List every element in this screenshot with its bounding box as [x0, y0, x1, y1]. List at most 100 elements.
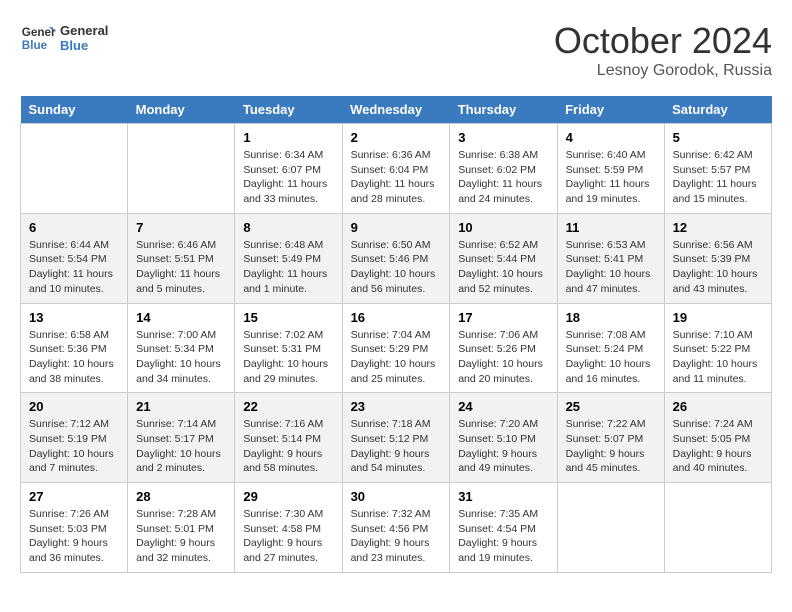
calendar-body: 1 Sunrise: 6:34 AMSunset: 6:07 PMDaylight… — [21, 124, 772, 573]
title-section: October 2024 Lesnoy Gorodok, Russia — [554, 20, 772, 80]
day-number: 8 — [243, 220, 333, 235]
day-number: 12 — [673, 220, 763, 235]
day-number: 6 — [29, 220, 119, 235]
day-number: 17 — [458, 310, 548, 325]
calendar-cell: 11 Sunrise: 6:53 AMSunset: 5:41 PMDayligh… — [557, 213, 664, 303]
calendar-cell: 24 Sunrise: 7:20 AMSunset: 5:10 PMDayligh… — [450, 393, 557, 483]
day-detail: Sunrise: 7:26 AMSunset: 5:03 PMDaylight:… — [29, 507, 119, 566]
day-number: 10 — [458, 220, 548, 235]
day-number: 2 — [351, 130, 442, 145]
day-detail: Sunrise: 6:53 AMSunset: 5:41 PMDaylight:… — [566, 238, 656, 297]
day-number: 7 — [136, 220, 226, 235]
logo-line2: Blue — [60, 38, 108, 53]
day-detail: Sunrise: 7:30 AMSunset: 4:58 PMDaylight:… — [243, 507, 333, 566]
calendar-cell: 20 Sunrise: 7:12 AMSunset: 5:19 PMDayligh… — [21, 393, 128, 483]
logo-line1: General — [60, 23, 108, 38]
day-detail: Sunrise: 6:58 AMSunset: 5:36 PMDaylight:… — [29, 328, 119, 387]
day-number: 4 — [566, 130, 656, 145]
day-detail: Sunrise: 7:22 AMSunset: 5:07 PMDaylight:… — [566, 417, 656, 476]
day-detail: Sunrise: 6:56 AMSunset: 5:39 PMDaylight:… — [673, 238, 763, 297]
day-number: 25 — [566, 399, 656, 414]
logo-icon: General Blue — [20, 20, 56, 56]
calendar-cell: 27 Sunrise: 7:26 AMSunset: 5:03 PMDayligh… — [21, 483, 128, 573]
calendar-table: SundayMondayTuesdayWednesdayThursdayFrid… — [20, 96, 772, 573]
calendar-cell: 4Sunrise: 6:40 AMSunset: 5:59 PMDaylight… — [557, 124, 664, 214]
day-number: 24 — [458, 399, 548, 414]
day-number: 23 — [351, 399, 442, 414]
day-detail: Sunrise: 7:28 AMSunset: 5:01 PMDaylight:… — [136, 507, 226, 566]
weekday-header: Friday — [557, 96, 664, 124]
day-detail: Sunrise: 7:24 AMSunset: 5:05 PMDaylight:… — [673, 417, 763, 476]
day-number: 9 — [351, 220, 442, 235]
calendar-cell: 1 Sunrise: 6:34 AMSunset: 6:07 PMDaylight… — [235, 124, 342, 214]
day-detail: Sunrise: 7:06 AMSunset: 5:26 PMDaylight:… — [458, 328, 548, 387]
day-detail: Sunrise: 6:48 AMSunset: 5:49 PMDaylight:… — [243, 238, 333, 297]
day-detail: Sunrise: 7:12 AMSunset: 5:19 PMDaylight:… — [29, 417, 119, 476]
weekday-header: Sunday — [21, 96, 128, 124]
location: Lesnoy Gorodok, Russia — [554, 62, 772, 80]
day-detail: Sunrise: 7:20 AMSunset: 5:10 PMDaylight:… — [458, 417, 548, 476]
day-detail: Sunrise: 7:18 AMSunset: 5:12 PMDaylight:… — [351, 417, 442, 476]
day-detail: Sunrise: 7:02 AMSunset: 5:31 PMDaylight:… — [243, 328, 333, 387]
day-detail: Sunrise: 7:08 AMSunset: 5:24 PMDaylight:… — [566, 328, 656, 387]
logo: General Blue General Blue — [20, 20, 108, 56]
calendar-cell — [128, 124, 235, 214]
day-number: 20 — [29, 399, 119, 414]
calendar-cell: 23 Sunrise: 7:18 AMSunset: 5:12 PMDayligh… — [342, 393, 450, 483]
calendar-cell: 14 Sunrise: 7:00 AMSunset: 5:34 PMDayligh… — [128, 303, 235, 393]
calendar-cell: 30Sunrise: 7:32 AMSunset: 4:56 PMDayligh… — [342, 483, 450, 573]
day-number: 19 — [673, 310, 763, 325]
day-detail: Sunrise: 6:36 AMSunset: 6:04 PMDaylight:… — [351, 148, 442, 207]
calendar-cell: 9 Sunrise: 6:50 AMSunset: 5:46 PMDaylight… — [342, 213, 450, 303]
calendar-cell: 25 Sunrise: 7:22 AMSunset: 5:07 PMDayligh… — [557, 393, 664, 483]
day-detail: Sunrise: 7:00 AMSunset: 5:34 PMDaylight:… — [136, 328, 226, 387]
month-title: October 2024 — [554, 20, 772, 62]
day-detail: Sunrise: 7:16 AMSunset: 5:14 PMDaylight:… — [243, 417, 333, 476]
day-number: 14 — [136, 310, 226, 325]
day-detail: Sunrise: 7:35 AMSunset: 4:54 PMDaylight:… — [458, 507, 548, 566]
calendar-cell — [664, 483, 771, 573]
calendar-cell: 7Sunrise: 6:46 AMSunset: 5:51 PMDaylight… — [128, 213, 235, 303]
day-number: 31 — [458, 489, 548, 504]
day-number: 29 — [243, 489, 333, 504]
day-detail: Sunrise: 6:50 AMSunset: 5:46 PMDaylight:… — [351, 238, 442, 297]
calendar-cell: 12 Sunrise: 6:56 AMSunset: 5:39 PMDayligh… — [664, 213, 771, 303]
calendar-cell: 29 Sunrise: 7:30 AMSunset: 4:58 PMDayligh… — [235, 483, 342, 573]
weekday-header: Wednesday — [342, 96, 450, 124]
day-number: 18 — [566, 310, 656, 325]
day-detail: Sunrise: 7:14 AMSunset: 5:17 PMDaylight:… — [136, 417, 226, 476]
calendar-cell: 6Sunrise: 6:44 AMSunset: 5:54 PMDaylight… — [21, 213, 128, 303]
calendar-cell: 21 Sunrise: 7:14 AMSunset: 5:17 PMDayligh… — [128, 393, 235, 483]
day-detail: Sunrise: 6:42 AMSunset: 5:57 PMDaylight:… — [673, 148, 763, 207]
calendar-cell: 5 Sunrise: 6:42 AMSunset: 5:57 PMDaylight… — [664, 124, 771, 214]
day-detail: Sunrise: 7:32 AMSunset: 4:56 PMDaylight:… — [351, 507, 442, 566]
calendar-cell: 31 Sunrise: 7:35 AMSunset: 4:54 PMDayligh… — [450, 483, 557, 573]
day-number: 16 — [351, 310, 442, 325]
day-number: 28 — [136, 489, 226, 504]
day-number: 13 — [29, 310, 119, 325]
day-detail: Sunrise: 6:38 AMSunset: 6:02 PMDaylight:… — [458, 148, 548, 207]
weekday-header: Monday — [128, 96, 235, 124]
day-number: 15 — [243, 310, 333, 325]
day-number: 5 — [673, 130, 763, 145]
calendar-cell: 8 Sunrise: 6:48 AMSunset: 5:49 PMDaylight… — [235, 213, 342, 303]
day-number: 22 — [243, 399, 333, 414]
page-header: General Blue General Blue October 2024 L… — [20, 20, 772, 80]
weekday-header: Saturday — [664, 96, 771, 124]
day-detail: Sunrise: 6:52 AMSunset: 5:44 PMDaylight:… — [458, 238, 548, 297]
calendar-cell — [557, 483, 664, 573]
calendar-cell: 16 Sunrise: 7:04 AMSunset: 5:29 PMDayligh… — [342, 303, 450, 393]
day-number: 11 — [566, 220, 656, 235]
calendar-header: SundayMondayTuesdayWednesdayThursdayFrid… — [21, 96, 772, 124]
calendar-cell: 28 Sunrise: 7:28 AMSunset: 5:01 PMDayligh… — [128, 483, 235, 573]
day-number: 27 — [29, 489, 119, 504]
day-number: 21 — [136, 399, 226, 414]
calendar-cell — [21, 124, 128, 214]
calendar-cell: 15 Sunrise: 7:02 AMSunset: 5:31 PMDayligh… — [235, 303, 342, 393]
day-detail: Sunrise: 6:34 AMSunset: 6:07 PMDaylight:… — [243, 148, 333, 207]
day-number: 1 — [243, 130, 333, 145]
day-detail: Sunrise: 7:10 AMSunset: 5:22 PMDaylight:… — [673, 328, 763, 387]
weekday-header: Thursday — [450, 96, 557, 124]
day-detail: Sunrise: 7:04 AMSunset: 5:29 PMDaylight:… — [351, 328, 442, 387]
svg-text:Blue: Blue — [22, 39, 48, 52]
